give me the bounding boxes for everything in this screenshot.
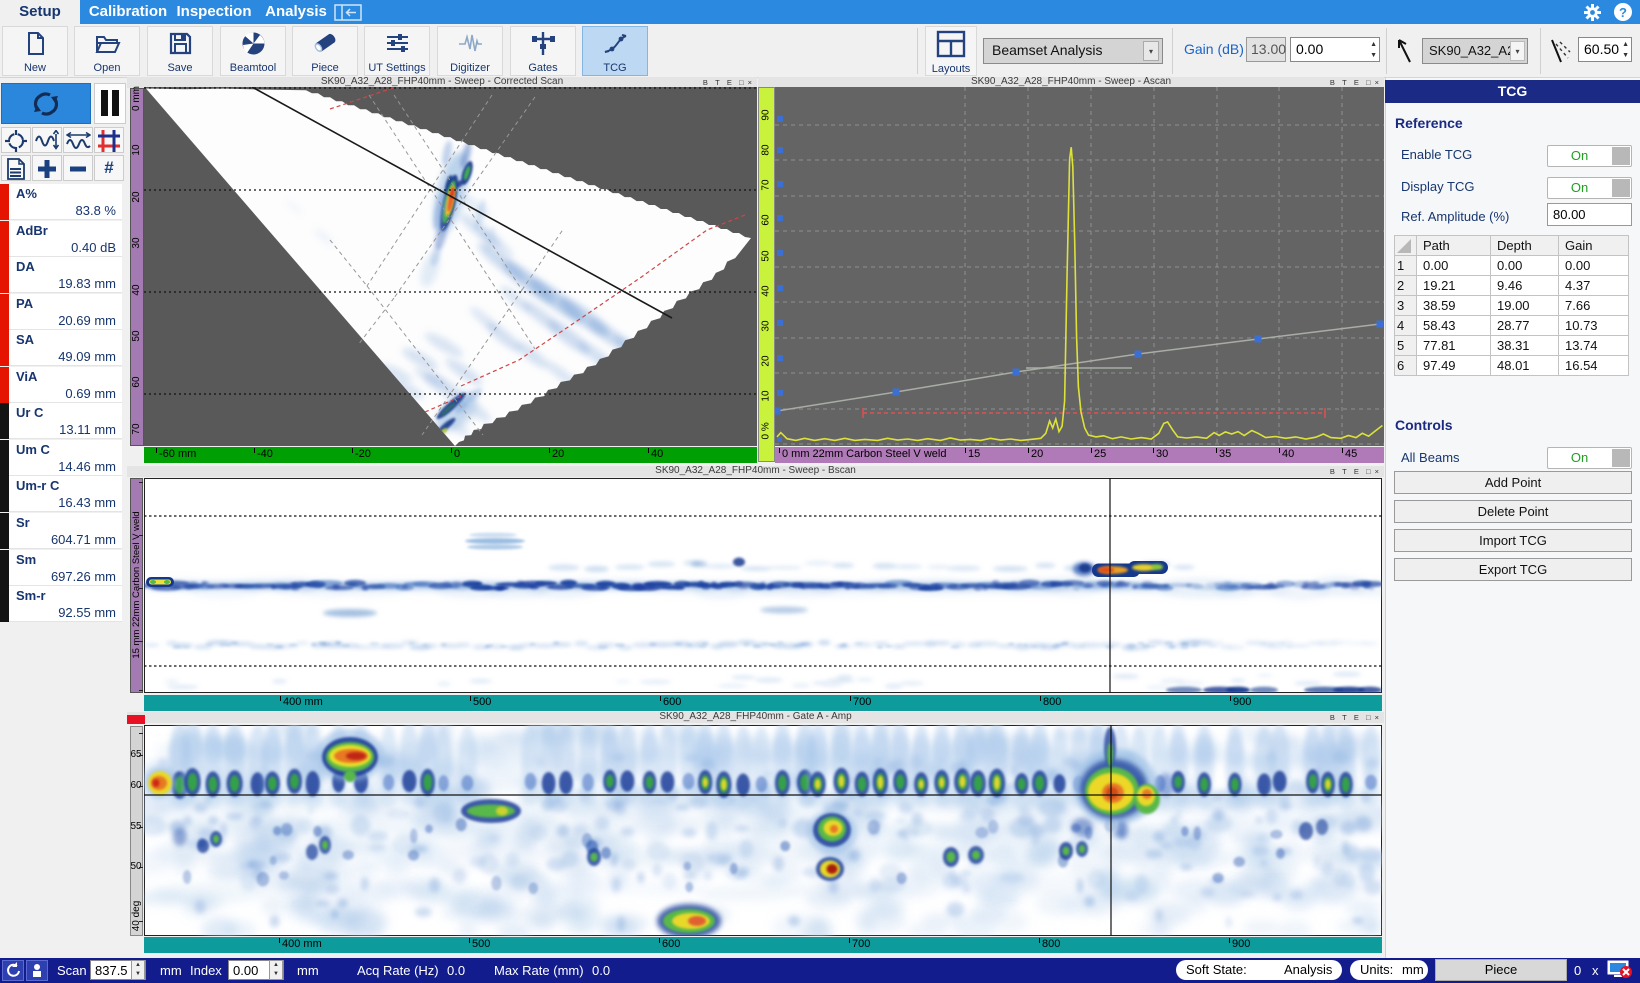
svg-text:?: ? — [1619, 5, 1627, 20]
